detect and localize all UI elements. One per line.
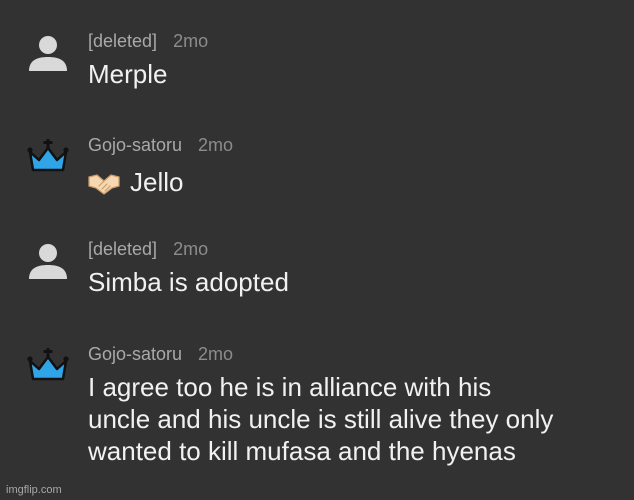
comment-thread: [deleted] 2mo Merple Gojo-satoru 2mo Jel… bbox=[0, 0, 634, 500]
comment-text: Merple bbox=[88, 58, 618, 90]
imgflip-watermark: imgflip.com bbox=[6, 484, 62, 496]
comment-line: Jello bbox=[88, 166, 618, 198]
comment-line: Merple bbox=[88, 59, 168, 89]
default-user-icon bbox=[29, 244, 67, 279]
avatar[interactable] bbox=[26, 242, 70, 282]
timestamp: 2mo bbox=[198, 135, 234, 155]
handshake-icon bbox=[88, 174, 120, 195]
comment-text: Simba is adopted bbox=[88, 266, 618, 298]
comment-meta: Gojo-satoru 2mo bbox=[88, 343, 233, 365]
crown-icon bbox=[27, 139, 69, 172]
avatar[interactable] bbox=[26, 138, 70, 178]
comment-line: Simba is adopted bbox=[88, 267, 289, 297]
username[interactable]: Gojo-satoru bbox=[88, 344, 182, 364]
comment-line-text: Jello bbox=[130, 167, 184, 197]
comment-text: Jello bbox=[88, 166, 618, 198]
timestamp: 2mo bbox=[173, 239, 209, 259]
comment-line: I agree too he is in alliance with his bbox=[88, 372, 492, 402]
timestamp: 2mo bbox=[198, 344, 234, 364]
comment-meta: [deleted] 2mo bbox=[88, 238, 208, 260]
comment-line: wanted to kill mufasa and the hyenas bbox=[88, 436, 516, 466]
comment-text: I agree too he is in alliance with his u… bbox=[88, 371, 618, 467]
crown-icon bbox=[27, 348, 69, 381]
avatar[interactable] bbox=[26, 34, 70, 74]
comment-line: uncle and his uncle is still alive they … bbox=[88, 404, 554, 434]
default-user-icon bbox=[29, 36, 67, 71]
comment-meta: Gojo-satoru 2mo bbox=[88, 134, 233, 156]
username[interactable]: [deleted] bbox=[88, 239, 157, 259]
username[interactable]: Gojo-satoru bbox=[88, 135, 182, 155]
avatar[interactable] bbox=[26, 347, 70, 387]
timestamp: 2mo bbox=[173, 31, 209, 51]
comment-meta: [deleted] 2mo bbox=[88, 30, 208, 52]
username[interactable]: [deleted] bbox=[88, 31, 157, 51]
